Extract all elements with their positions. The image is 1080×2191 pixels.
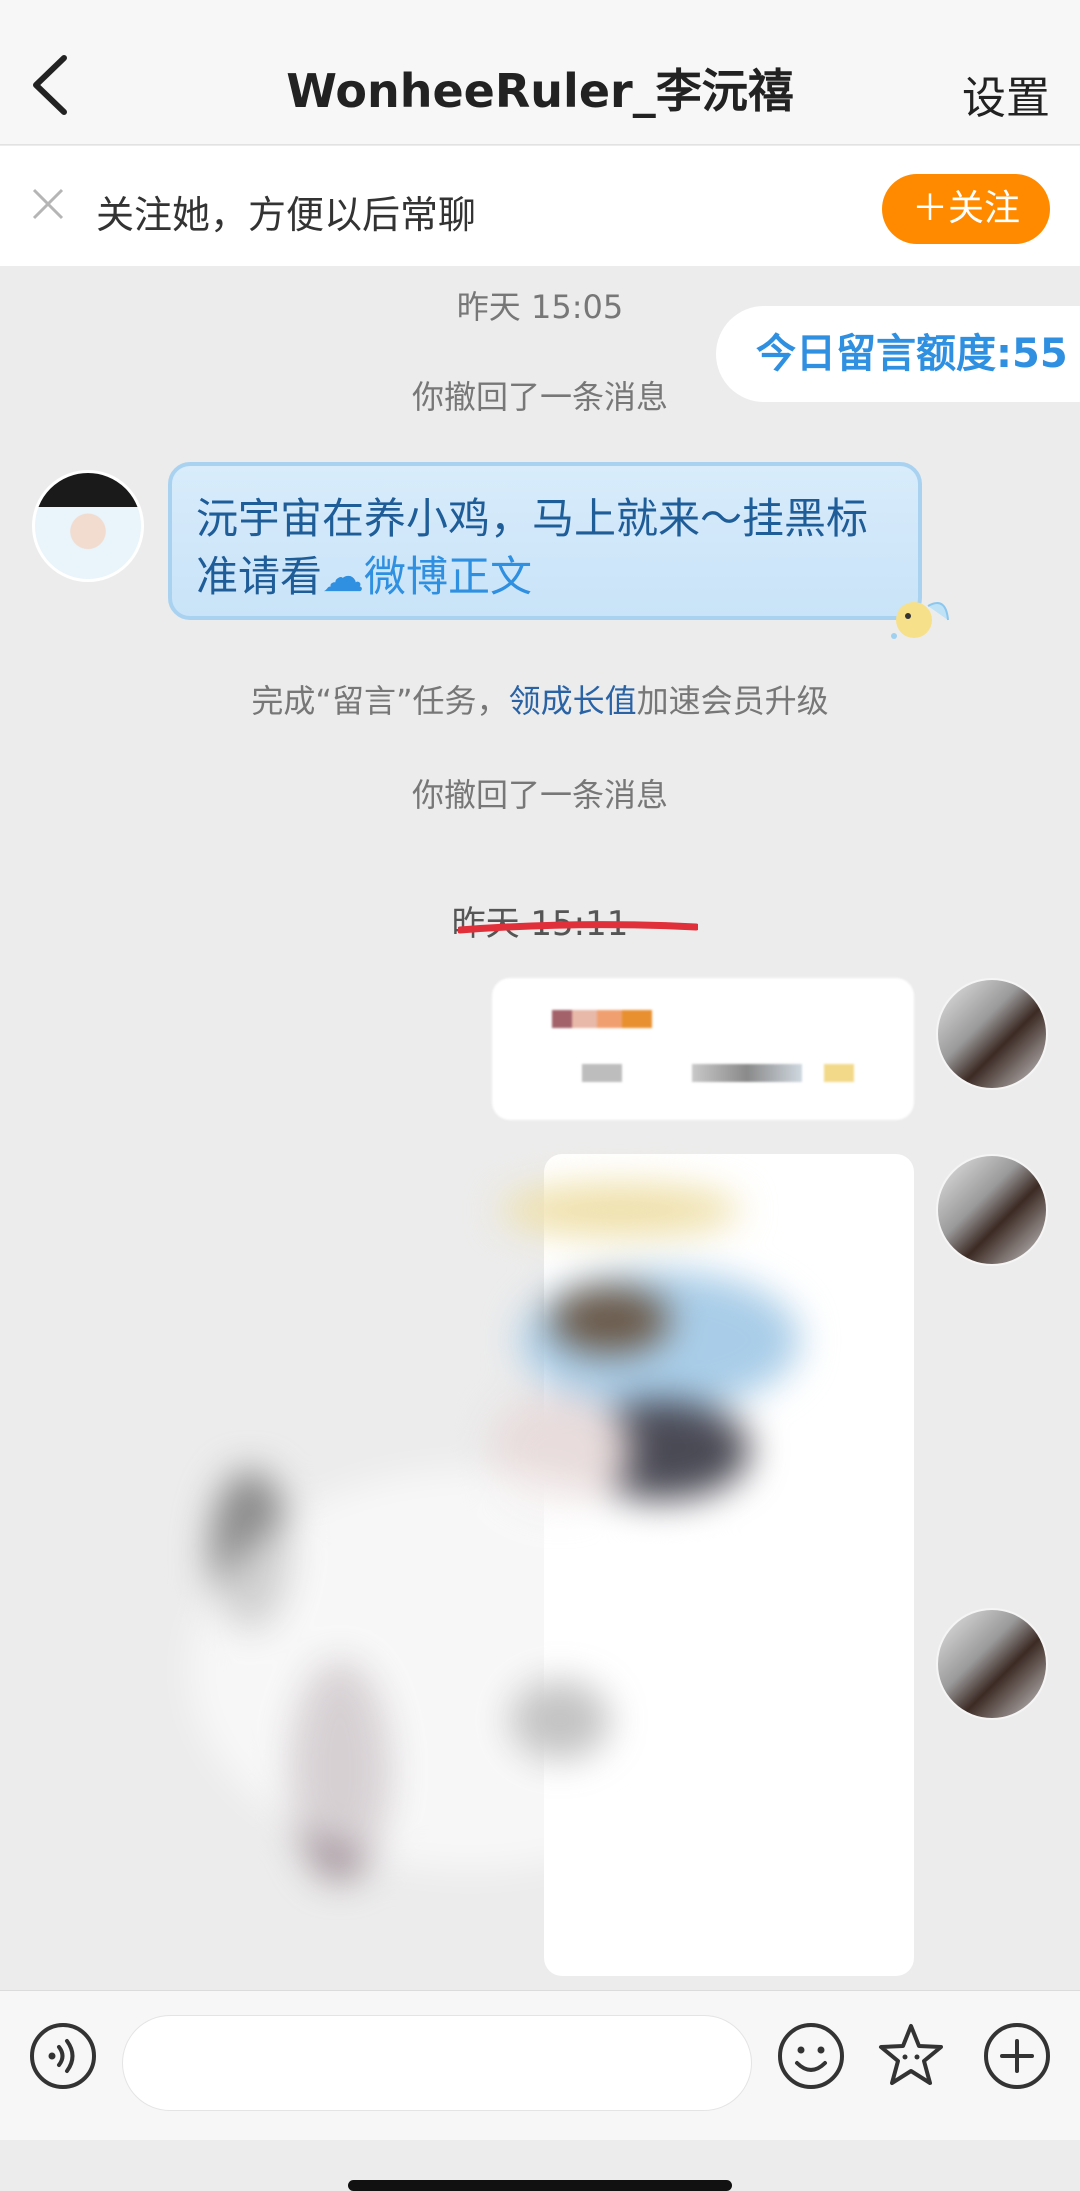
chat-title: WonheeRuler_李沅禧 xyxy=(286,64,794,118)
follow-button[interactable]: ＋关注 xyxy=(882,174,1050,244)
close-icon[interactable] xyxy=(30,186,66,222)
settings-button[interactable]: 设置 xyxy=(962,62,1050,126)
follow-prompt-text: 关注她，方便以后常聊 xyxy=(96,193,477,237)
voice-icon[interactable] xyxy=(28,2021,98,2091)
task-note-suffix: 加速会员升级 xyxy=(636,682,829,720)
chick-sticker-icon xyxy=(891,602,949,639)
my-avatar[interactable] xyxy=(936,1608,1048,1720)
follow-banner: 关注她，方便以后常聊 ＋关注 xyxy=(0,146,1080,266)
recalled-message-note: 你撤回了一条消息 xyxy=(411,378,668,416)
pixelated-text xyxy=(824,1064,854,1082)
home-indicator[interactable] xyxy=(348,2180,732,2191)
my-avatar[interactable] xyxy=(936,1154,1048,1266)
my-avatar[interactable] xyxy=(936,978,1048,1090)
cloud-icon: ☁ xyxy=(322,552,365,601)
message-input[interactable] xyxy=(122,2015,752,2111)
outgoing-image-message[interactable] xyxy=(544,1154,914,1976)
task-note-text: 完成“留言”任务， xyxy=(251,682,509,720)
recalled-message-note: 你撤回了一条消息 xyxy=(411,776,668,814)
timestamp: 昨天 15:05 xyxy=(456,288,624,326)
weibo-post-link[interactable]: 微博正文 xyxy=(364,552,532,601)
pixelated-text xyxy=(692,1064,802,1082)
message-input-bar xyxy=(0,1990,1080,2140)
contact-avatar[interactable] xyxy=(32,470,144,582)
outgoing-shared-card[interactable] xyxy=(492,978,914,1120)
pixelated-text xyxy=(582,1064,622,1082)
chevron-left-icon[interactable] xyxy=(26,50,76,120)
star-sticker-icon[interactable] xyxy=(876,2021,946,2091)
emoji-icon[interactable] xyxy=(776,2021,846,2091)
incoming-message-bubble[interactable]: 沅宇宙在养小鸡，马上就来～挂黑标准请看☁微博正文 xyxy=(168,462,922,620)
chat-header: WonheeRuler_李沅禧 设置 xyxy=(0,0,1080,145)
plus-icon[interactable] xyxy=(982,2021,1052,2091)
growth-value-link[interactable]: 领成长值 xyxy=(509,682,637,720)
red-underline-annotation xyxy=(458,921,698,934)
pixelated-text xyxy=(552,1010,652,1028)
task-note: 完成“留言”任务，领成长值加速会员升级 xyxy=(0,676,1080,722)
